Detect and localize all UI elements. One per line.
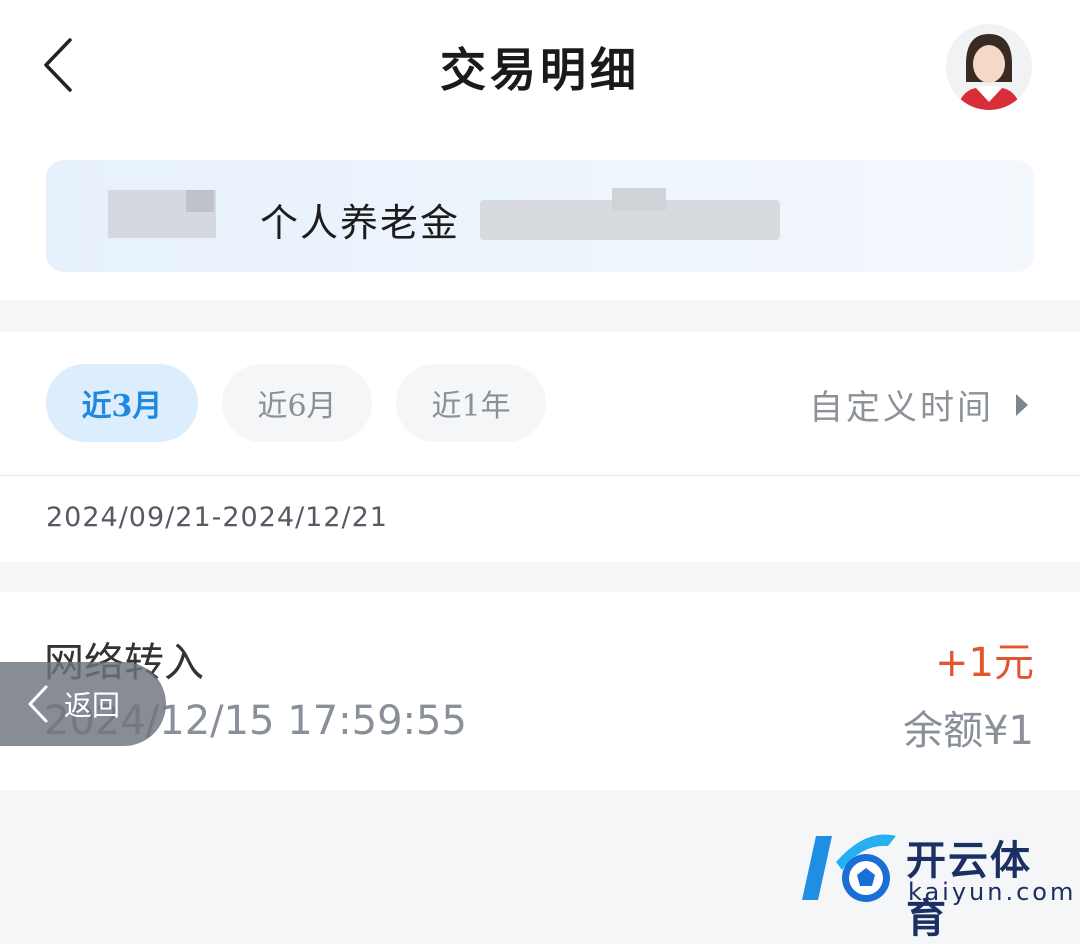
floating-back-button[interactable]: 返回 (0, 662, 166, 746)
chip-3-months[interactable]: 近3月 (46, 364, 198, 442)
account-section: 个人养老金 (0, 140, 1080, 300)
customer-service-avatar[interactable] (946, 24, 1032, 110)
filter-panel: 近3月 近6月 近1年 自定义时间 2024/09/21-2024/12/21 (0, 332, 1080, 562)
masked-account-id (612, 188, 666, 210)
caret-right-icon (1016, 393, 1028, 416)
floating-back-label: 返回 (64, 689, 121, 722)
date-range: 2024/09/21-2024/12/21 (46, 502, 388, 533)
chip-6-months[interactable]: 近6月 (222, 364, 372, 442)
watermark-url: kaiyun.com (908, 878, 1077, 906)
custom-time-label: 自定义时间 (809, 388, 994, 428)
watermark-logo: 开云体育 kaiyun.com (796, 822, 1073, 942)
divider (0, 475, 1080, 476)
account-card[interactable]: 个人养老金 (46, 160, 1034, 272)
page-title: 交易明细 (440, 43, 640, 97)
transaction-balance: 余额¥1 (903, 708, 1034, 754)
custom-time-button[interactable]: 自定义时间 (809, 380, 1028, 429)
masked-account-number (186, 190, 214, 212)
app-header: 交易明细 (0, 0, 1080, 140)
chip-1-year[interactable]: 近1年 (396, 364, 546, 442)
chevron-left-icon (28, 685, 48, 723)
transaction-amount: +1元 (935, 640, 1034, 686)
account-name: 个人养老金 (260, 201, 461, 245)
kaiyun-logo-icon (802, 834, 896, 902)
